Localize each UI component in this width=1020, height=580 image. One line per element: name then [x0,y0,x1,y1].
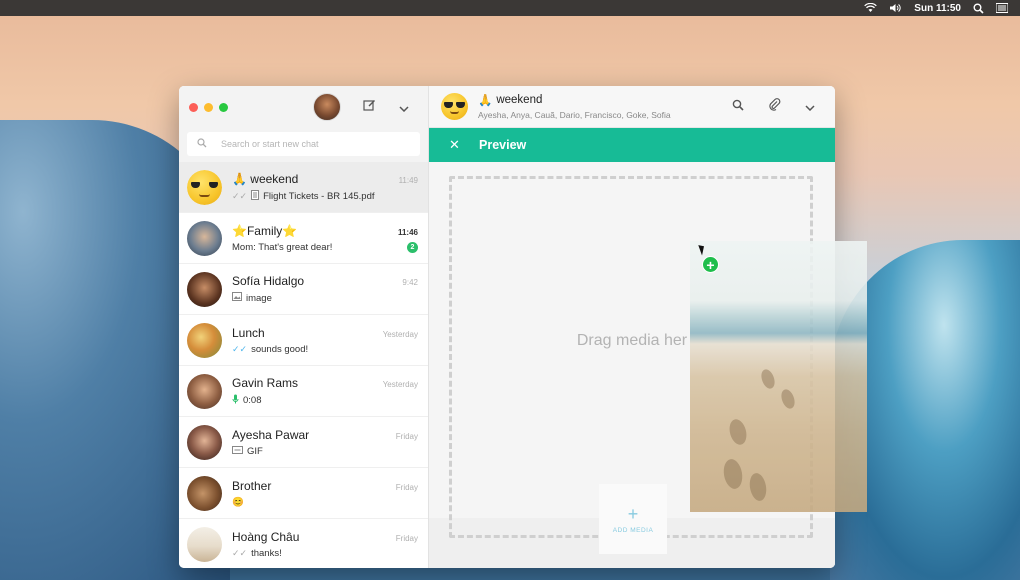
chat-name: weekend [250,171,299,186]
profile-avatar[interactable] [313,93,341,121]
menu-bar: Sun 11:50 [0,0,1020,16]
chat-time: 11:46 [397,227,418,237]
chat-name: Gavin Rams [232,375,299,390]
chat-time: Friday [395,533,418,543]
chat-item-brother[interactable]: Brother Friday 😊 [179,468,428,519]
chat-last-message: thanks! [251,547,282,559]
chat-item-gavin-rams[interactable]: Gavin Rams Yesterday 0:08 [179,366,428,417]
chat-last-message: 😊 [232,496,244,508]
chevron-down-icon[interactable] [801,98,819,116]
close-icon[interactable]: ✕ [449,137,465,153]
chat-item-hoang-chau[interactable]: Hoàng Châu Friday ✓✓ thanks! [179,519,428,568]
group-name: weekend [496,94,543,106]
chat-name: Hoàng Châu [232,529,300,544]
plus-icon: + [627,503,639,524]
chat-sidebar: 🙏 weekend 11:49 ✓✓ Flight Tickets - BR 1… [179,86,429,568]
minimize-window-button[interactable] [204,102,213,112]
chat-item-weekend[interactable]: 🙏 weekend 11:49 ✓✓ Flight Tickets - BR 1… [179,162,428,213]
dragged-image[interactable] [690,241,867,512]
search-icon[interactable] [729,98,747,116]
mic-icon [232,394,239,407]
close-window-button[interactable] [189,102,198,112]
new-chat-icon[interactable] [360,98,378,116]
menu-icon[interactable] [996,0,1008,16]
volume-icon[interactable] [889,0,902,16]
avatar [187,271,222,307]
search-bar [179,128,428,162]
avatar [187,526,222,562]
chat-last-message: GIF [247,445,263,457]
document-icon [251,189,260,203]
conversation-header: 🙏 weekend Ayesha, Anya, Cauã, Dario, Fra… [429,86,835,128]
chat-name: Brother [232,478,272,493]
chat-last-message: image [246,292,272,304]
avatar [187,220,222,256]
double-check-icon: ✓✓ [232,343,248,354]
preview-bar: ✕ Preview [429,128,835,162]
window-controls [189,102,228,112]
chat-name: Family [246,223,283,238]
star-icon: ⭐ [232,223,247,238]
avatar [187,322,222,358]
chat-last-message: Flight Tickets - BR 145.pdf [263,190,375,202]
avatar [187,373,222,409]
double-check-icon: ✓✓ [232,547,248,558]
praying-hands-icon: 🙏 [478,95,493,107]
chat-time: Yesterday [382,329,418,339]
add-media-button[interactable]: + ADD MEDIA [599,484,667,554]
preview-title: Preview [479,138,527,152]
group-avatar[interactable] [441,93,468,120]
chat-item-lunch[interactable]: Lunch Yesterday ✓✓ sounds good! [179,315,428,366]
chat-name: Lunch [232,325,265,340]
chat-last-message: sounds good! [251,343,309,355]
search-icon[interactable] [973,0,984,16]
chat-list: 🙏 weekend 11:49 ✓✓ Flight Tickets - BR 1… [179,162,428,568]
sidebar-header [179,86,428,128]
group-members: Ayesha, Anya, Cauã, Dario, Francisco, Go… [478,110,671,120]
unread-badge: 2 [407,241,418,253]
search-field-wrapper [187,132,420,156]
zoom-window-button[interactable] [219,102,228,112]
chat-prefix: 🙏 [232,171,251,186]
double-check-icon: ✓✓ [232,190,248,201]
search-icon [197,138,207,150]
chat-item-sofia-hidalgo[interactable]: Sofía Hidalgo 9:42 image [179,264,428,315]
chat-time: Friday [395,431,418,441]
avatar [187,475,222,511]
avatar [187,424,222,460]
avatar [187,169,222,205]
cool-emoji-icon [187,169,222,205]
group-info[interactable]: 🙏 weekend Ayesha, Anya, Cauã, Dario, Fra… [478,93,671,120]
chat-name: Sofía Hidalgo [232,274,305,288]
wifi-icon[interactable] [864,0,878,16]
add-media-label: ADD MEDIA [612,526,654,534]
chat-item-ayesha-pawar[interactable]: Ayesha Pawar Friday GIF [179,417,428,468]
add-copy-icon: + [702,256,719,273]
chevron-down-icon[interactable] [395,98,413,116]
chat-time: Yesterday [382,379,418,389]
chat-name: Ayesha Pawar [232,427,310,442]
gif-icon [232,445,243,457]
chat-last-message: Mom: That's great dear! [232,241,333,253]
search-input[interactable] [221,139,401,149]
star-icon: ⭐ [282,223,298,238]
chat-item-family[interactable]: ⭐Family⭐ 11:46 Mom: That's great dear! 2 [179,213,428,264]
image-icon [232,292,242,304]
paperclip-icon[interactable] [765,98,783,116]
chat-time: 9:42 [402,278,418,287]
chat-last-message: 0:08 [243,394,262,406]
chat-time: Friday [395,482,418,492]
chat-time: 11:49 [398,175,418,185]
clock-label[interactable]: Sun 11:50 [914,0,961,16]
